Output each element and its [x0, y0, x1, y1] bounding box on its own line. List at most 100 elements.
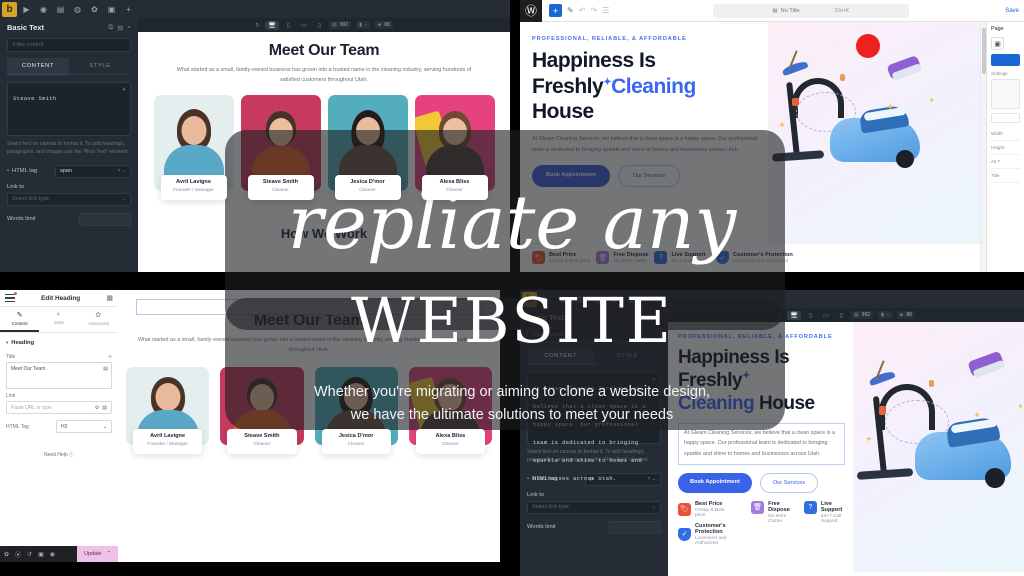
link-to-value: Select link type [532, 504, 569, 511]
bricks-toolbar: b ▶ ◉ ▤ ◍ ✿ ▣ + [0, 0, 510, 18]
team-member-role: Founder / Manager [147, 442, 189, 448]
canvas-grid-control[interactable]: ◈ 88 [374, 21, 393, 29]
feature-title: Customer's Protection [695, 522, 726, 535]
sparkle-icon: ✦ [603, 76, 612, 88]
hero-title-blue: Cleaning [611, 74, 696, 98]
need-help-link[interactable]: Need Help ⓘ [0, 451, 118, 458]
sidebar-settings-label: Settings [991, 71, 1008, 76]
redo-icon[interactable]: ↷ [590, 6, 597, 15]
feature-sub: Cheap & Best price [695, 507, 725, 518]
sidebar-title: Page [991, 26, 1004, 32]
trash-cart-icon: 🗑 [751, 500, 765, 514]
tablet-landscape-icon[interactable]: ▭ [298, 21, 310, 30]
bricks-tabs: CONTENT STYLE [7, 58, 131, 75]
overlay-subtext-line2: we have the ultimate solutions to meet y… [350, 407, 674, 424]
dynamic-data-icon[interactable]: ⚡ [122, 87, 126, 93]
hero-buttons: Book Appointment Our Services [678, 472, 845, 493]
sidebar-selected-item[interactable] [991, 54, 1020, 66]
tablet-portrait-icon[interactable]: ▯ [284, 21, 293, 30]
html-tag-value: span [60, 168, 72, 175]
search-icon[interactable]: ⌕ [127, 24, 131, 32]
settings-icon[interactable]: ✿ [4, 551, 9, 558]
update-button[interactable]: Update ⌃ [77, 546, 118, 562]
words-limit-label: Words limit [527, 524, 556, 531]
settings-icon[interactable]: ◍ [70, 2, 85, 17]
sidebar-row[interactable]: Title [991, 169, 1020, 183]
dynamic-tags-icon[interactable]: ⋖ [108, 354, 112, 360]
text-value-textarea[interactable]: Steave Smith ⚡ [7, 82, 131, 136]
command-bar-title: ▤ No Title [772, 8, 799, 14]
play-icon[interactable]: ▶ [19, 2, 34, 17]
hero-eyebrow: PROFESSIONAL, RELIABLE, & AFFORDABLE [532, 36, 687, 42]
save-button[interactable]: Save [1005, 8, 1019, 14]
bricks-panel-tools: ⧉ ▤ ⌕ [109, 24, 131, 32]
team-member-name: Alexa Bliss [435, 433, 466, 440]
team-member-card[interactable]: Avril Lavigne Founder / Manager [153, 95, 234, 200]
responsive-icon[interactable]: ▣ [38, 551, 44, 558]
our-services-button[interactable]: Our Services [759, 472, 819, 493]
wordpress-icon[interactable]: Ⓦ [520, 0, 542, 22]
history-icon[interactable]: ↺ [27, 551, 32, 558]
tab-content[interactable]: CONTENT [7, 58, 69, 75]
shield-check-icon: ✓ [678, 527, 691, 541]
price-tag-icon: 🏷 [678, 502, 691, 516]
html-tag-select[interactable]: span × ⌄ [55, 164, 131, 178]
book-appointment-button[interactable]: Book Appointment [678, 472, 752, 493]
chevron-up-icon[interactable]: ⌃ [106, 551, 111, 557]
wp-toolbar: Ⓦ + ✎ ↶ ↷ ☰ ▤ No Title Ctrl+K Save [520, 0, 1024, 22]
doc-title: No Title [780, 7, 800, 14]
dynamic-data-icon[interactable]: ▤ [103, 366, 108, 372]
structure-icon[interactable]: ▤ [53, 2, 68, 17]
desktop-icon[interactable]: 🖥 [265, 20, 279, 30]
navigator-icon[interactable]: ⦿ [15, 550, 21, 559]
hero-illustration: ✦ ✦ ✦ [853, 322, 1024, 572]
plus-icon[interactable]: + [121, 2, 136, 17]
sidebar-row[interactable]: Width [991, 127, 1020, 141]
link-to-label: Link to [527, 491, 545, 498]
tab-style[interactable]: STYLE [69, 58, 131, 75]
link-to-select[interactable]: Select link type ⌄ [527, 500, 661, 514]
canvas-zoom-value: - [364, 22, 367, 28]
save-icon[interactable]: ▣ [104, 2, 119, 17]
need-help-label: Need Help [43, 452, 68, 458]
team-member-name: Jesica D'mor [338, 433, 374, 440]
undo-icon[interactable]: ↶ [579, 6, 586, 15]
sidebar-row[interactable]: Alt T [991, 155, 1020, 169]
preview-icon[interactable]: ◉ [50, 551, 55, 558]
canvas-grid-value: 88 [384, 22, 390, 28]
gear-icon[interactable]: ✿ [87, 2, 102, 17]
copy-icon[interactable]: ⧉ [109, 24, 114, 32]
text-value: Steave Smith [13, 96, 57, 102]
add-block-icon[interactable]: + [549, 4, 562, 17]
document-overview-icon[interactable]: ☰ [602, 6, 609, 15]
feature-title: Live Support [820, 500, 843, 513]
bricks-logo[interactable]: b [2, 1, 17, 17]
feature-sub: No More Clutter [768, 513, 787, 524]
feature-item: ✓ Customer's Protection Licensend and Au… [678, 523, 735, 546]
canvas-width-control[interactable]: ▤ 992 [329, 21, 352, 29]
feature-item: 🗑 Free Dispose No More Clutter [751, 500, 790, 546]
update-label: Update [84, 551, 102, 557]
sidebar-row[interactable]: Height [991, 141, 1020, 155]
panel-hint: Select text on canvas to format it. To a… [7, 141, 130, 156]
chevron-down-icon: × ⌄ [117, 168, 127, 175]
feature-title: Free Dispose [768, 500, 790, 513]
command-bar[interactable]: ▤ No Title Ctrl+K [712, 3, 909, 18]
words-limit-row: Words limit [527, 520, 661, 534]
canvas-zoom-control[interactable]: ▮ - [356, 21, 370, 29]
refresh-icon[interactable]: ↻ [255, 22, 260, 29]
mobile-icon[interactable]: ▯ [315, 21, 324, 30]
team-member-info: Alexa Bliss Cleaner [415, 429, 485, 454]
filter-control-input[interactable]: Filter control [7, 38, 131, 52]
sidebar-small-box[interactable] [991, 113, 1020, 123]
team-member-name: Avril Lavigne [176, 179, 211, 186]
words-limit-input[interactable] [609, 520, 661, 534]
info-icon[interactable]: ◉ [36, 2, 51, 17]
html-tag-label: HTML tag [7, 168, 37, 174]
feature-title: Best Price [695, 500, 723, 507]
featured-image-icon[interactable]: ▣ [991, 37, 1004, 50]
edit-pen-icon[interactable]: ✎ [567, 6, 574, 15]
headset-icon: ? [803, 500, 817, 514]
feature-sub: Licensend and Authorized [695, 535, 727, 546]
paste-icon[interactable]: ▤ [117, 24, 123, 32]
